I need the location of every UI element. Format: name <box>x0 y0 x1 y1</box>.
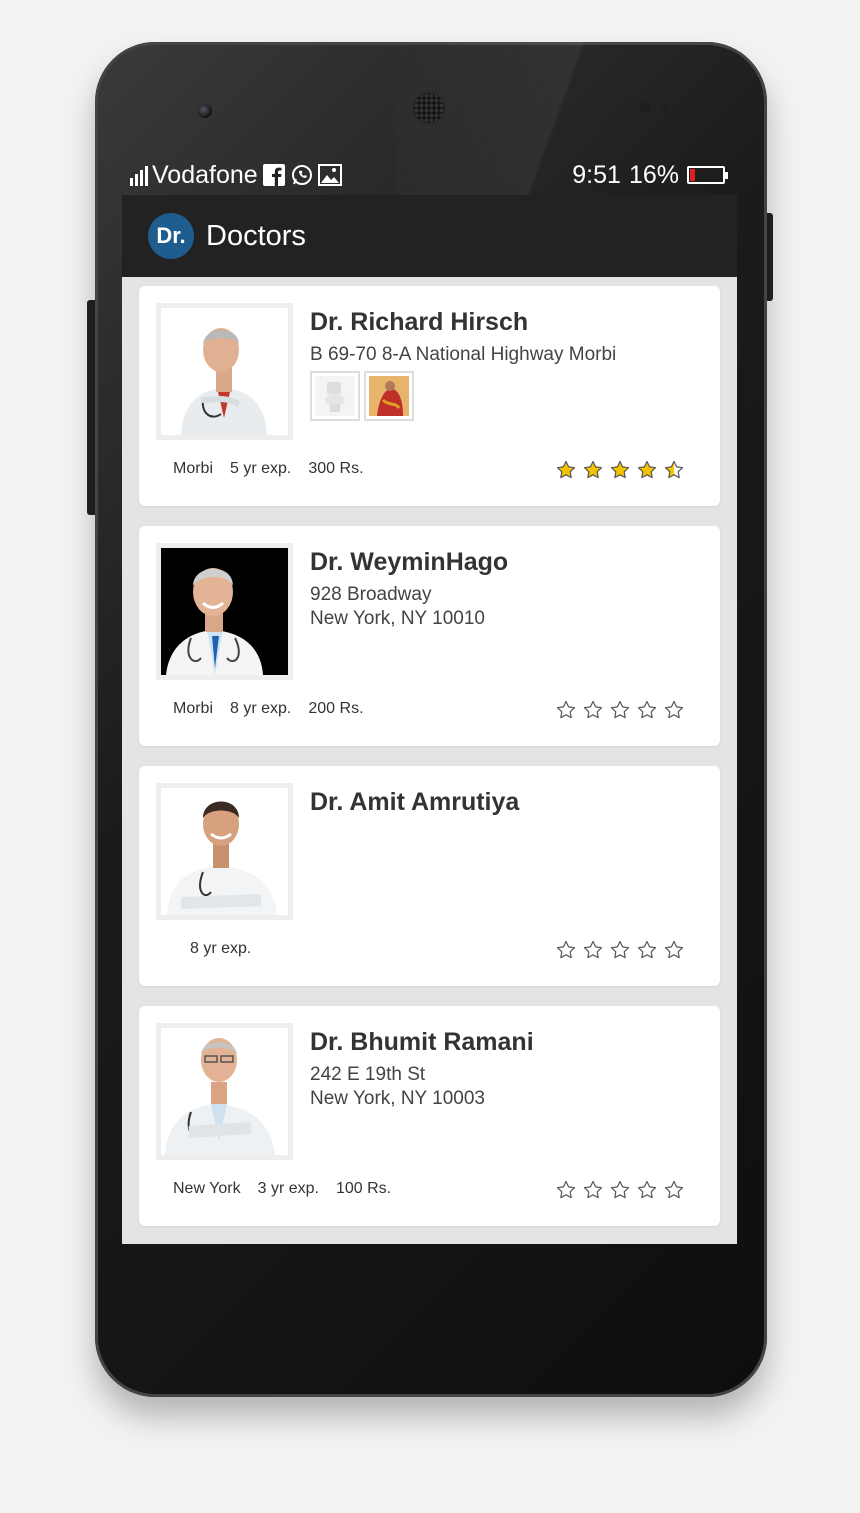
doctor-card[interactable]: Dr. WeyminHago 928 Broadway New York, NY… <box>139 526 720 746</box>
star-icon <box>583 1180 603 1199</box>
gallery-thumbnail[interactable] <box>310 371 360 421</box>
battery-percent: 16% <box>628 160 679 189</box>
doctor-photo-image <box>161 308 288 435</box>
star-icon <box>637 700 657 719</box>
doctor-photo <box>156 303 293 440</box>
doctor-city: New York <box>173 1180 241 1197</box>
doctor-address: B 69-70 8-A National Highway Morbi <box>310 344 617 365</box>
doctor-photo <box>156 1023 293 1160</box>
star-icon <box>664 460 684 479</box>
gallery-icon <box>317 163 342 187</box>
star-icon <box>583 940 603 959</box>
doctor-photo-image <box>161 788 288 915</box>
doctor-name[interactable]: Dr. WeyminHago <box>310 548 710 577</box>
doctor-photo <box>156 783 293 920</box>
rating-stars <box>556 460 684 480</box>
carrier-name: Vodafone <box>152 160 258 189</box>
front-camera <box>198 104 212 118</box>
star-icon <box>556 460 576 479</box>
doctor-fee: 100 Rs. <box>335 1180 392 1197</box>
doctor-fee: 200 Rs. <box>308 700 364 717</box>
rating-stars <box>556 700 684 720</box>
doctor-card[interactable]: Dr. Amit Amrutiya 8 yr exp. <box>139 766 720 986</box>
address-line-1: 928 Broadway <box>310 584 432 605</box>
proximity-sensor <box>640 102 650 112</box>
doctor-name[interactable]: Dr. Amit Amrutiya <box>310 788 710 817</box>
doctor-photo <box>156 543 293 680</box>
star-icon <box>637 940 657 959</box>
address-line-2: New York, NY 10003 <box>310 1088 485 1109</box>
app-bar: Dr. Doctors <box>122 195 737 277</box>
doctor-address: 242 E 19th St New York, NY 10003 <box>310 1063 710 1111</box>
doctor-experience: 8 yr exp. <box>190 940 252 957</box>
doctor-fee: 300 Rs. <box>308 460 364 477</box>
clock: 9:51 <box>572 160 621 189</box>
gallery-thumbnail[interactable] <box>364 371 414 421</box>
star-icon <box>610 460 630 479</box>
star-icon <box>664 700 684 719</box>
status-bar: Vodafone 9:51 16% <box>122 155 737 195</box>
signal-icon <box>130 164 148 186</box>
address-line-1: 242 E 19th St <box>310 1064 426 1085</box>
star-icon <box>583 700 603 719</box>
doctor-list[interactable]: Dr. Richard Hirsch B 69-70 8-A National … <box>122 277 737 1244</box>
address-line-2: New York, NY 10010 <box>310 608 485 629</box>
page-title: Doctors <box>206 219 306 252</box>
doctor-experience: 8 yr exp. <box>230 700 292 717</box>
doctor-experience: 3 yr exp. <box>257 1180 319 1197</box>
doctor-card[interactable]: Dr. Bhumit Ramani 242 E 19th St New York… <box>139 1006 720 1226</box>
earpiece-speaker <box>412 91 446 125</box>
star-icon <box>583 460 603 479</box>
star-icon <box>664 1180 684 1199</box>
app-logo[interactable]: Dr. <box>148 213 194 259</box>
star-icon <box>610 1180 630 1199</box>
star-icon <box>637 1180 657 1199</box>
battery-icon <box>687 166 728 184</box>
star-icon <box>637 460 657 479</box>
star-icon <box>556 940 576 959</box>
doctor-city: Morbi <box>173 460 214 477</box>
star-icon <box>664 940 684 959</box>
rating-stars <box>556 940 684 960</box>
star-icon <box>610 940 630 959</box>
doctor-name[interactable]: Dr. Richard Hirsch <box>310 308 710 337</box>
rating-stars <box>556 1180 684 1200</box>
star-icon <box>610 700 630 719</box>
doctor-address: 928 Broadway New York, NY 10010 <box>310 583 710 631</box>
doctor-city: Morbi <box>173 700 214 717</box>
doctor-card[interactable]: Dr. Richard Hirsch B 69-70 8-A National … <box>139 286 720 506</box>
clinic-gallery <box>310 371 710 421</box>
doctor-photo-image <box>161 1028 288 1155</box>
star-icon <box>556 700 576 719</box>
doctor-experience: 5 yr exp. <box>230 460 292 477</box>
whatsapp-icon <box>290 163 314 187</box>
facebook-icon <box>262 163 286 187</box>
light-sensor <box>662 104 668 110</box>
doctor-name[interactable]: Dr. Bhumit Ramani <box>310 1028 710 1057</box>
doctor-photo-image <box>161 548 288 675</box>
star-icon <box>556 1180 576 1199</box>
